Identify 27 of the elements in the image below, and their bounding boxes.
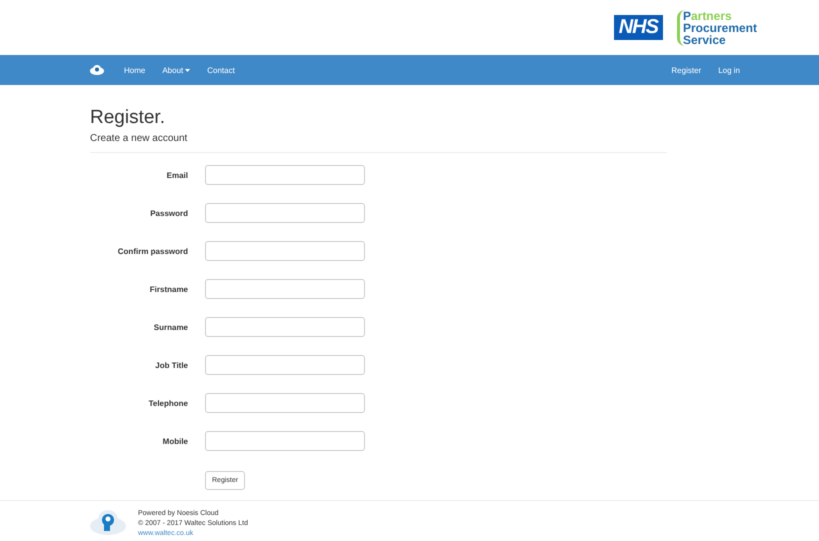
nhs-logo: NHS — [614, 15, 663, 40]
nav-link[interactable]: About — [162, 66, 190, 74]
input-field[interactable] — [205, 241, 365, 261]
field-label: Mobile — [162, 436, 188, 446]
field-label: Email — [166, 170, 188, 180]
input-field[interactable] — [205, 355, 365, 375]
field-label: Surname — [152, 322, 188, 332]
brand-logo: Partners Procurement Service — [676, 10, 757, 46]
input-field[interactable] — [205, 279, 365, 299]
page-title: Register. — [90, 107, 166, 129]
field-label: Confirm password — [116, 246, 188, 256]
input-field[interactable] — [205, 317, 365, 337]
field-label: Password — [149, 208, 188, 218]
cloud-head-icon — [90, 509, 126, 535]
nav-link[interactable]: Home — [124, 66, 146, 74]
input-field[interactable] — [205, 165, 365, 185]
nav-link[interactable]: Register — [671, 66, 702, 74]
cloud-icon[interactable] — [90, 65, 104, 75]
field-label: Telephone — [148, 398, 188, 408]
nav-link[interactable]: Contact — [207, 66, 235, 74]
field-label: Firstname — [148, 284, 188, 294]
field-label: Job Title — [154, 360, 188, 370]
input-field[interactable] — [205, 393, 365, 413]
input-field[interactable] — [205, 431, 365, 451]
nav-link[interactable]: Log in — [718, 66, 740, 74]
page-subtitle: Create a new account — [90, 133, 188, 144]
input-field[interactable] — [205, 203, 365, 223]
